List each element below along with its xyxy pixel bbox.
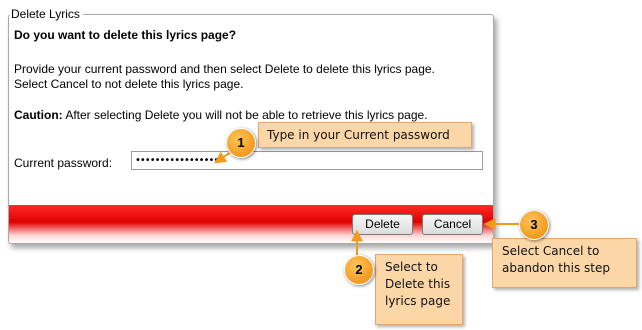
current-password-label: Current password: [14,156,113,170]
dialog-question: Do you want to delete this lyrics page? [14,28,237,42]
callout-1: Type in your Current password [258,122,472,148]
callout-2-line-2: Delete this [385,277,451,291]
callout-3: Select Cancel to abandon this step [492,238,637,288]
step-2-badge: 2 [344,255,374,285]
callout-2-line-1: Select to [385,260,438,274]
caution-label: Caution: [14,108,63,122]
step-3-badge: 3 [519,210,549,240]
instructions-line-2: Select Cancel to not delete this lyrics … [14,77,244,91]
instructions-line-1: Provide your current password and then s… [14,62,435,76]
cancel-button[interactable]: Cancel [422,214,483,235]
callout-3-line-2: abandon this step [502,261,610,275]
callout-2-line-3: lyrics page [385,294,451,308]
current-password-input[interactable]: ••••••••••••••••• [131,151,483,170]
caution-message: After selecting Delete you will not be a… [62,108,428,122]
callout-2: Select to Delete this lyrics page [375,254,463,325]
caution-text: Caution: After selecting Delete you will… [14,108,428,123]
step-1-badge: 1 [226,128,256,158]
dialog-footer-bar [9,205,493,243]
callout-3-line-1: Select Cancel to [502,244,600,258]
delete-button[interactable]: Delete [352,214,413,235]
callout-1-text: Type in your Current password [267,128,450,142]
dialog-legend: Delete Lyrics [10,7,83,21]
